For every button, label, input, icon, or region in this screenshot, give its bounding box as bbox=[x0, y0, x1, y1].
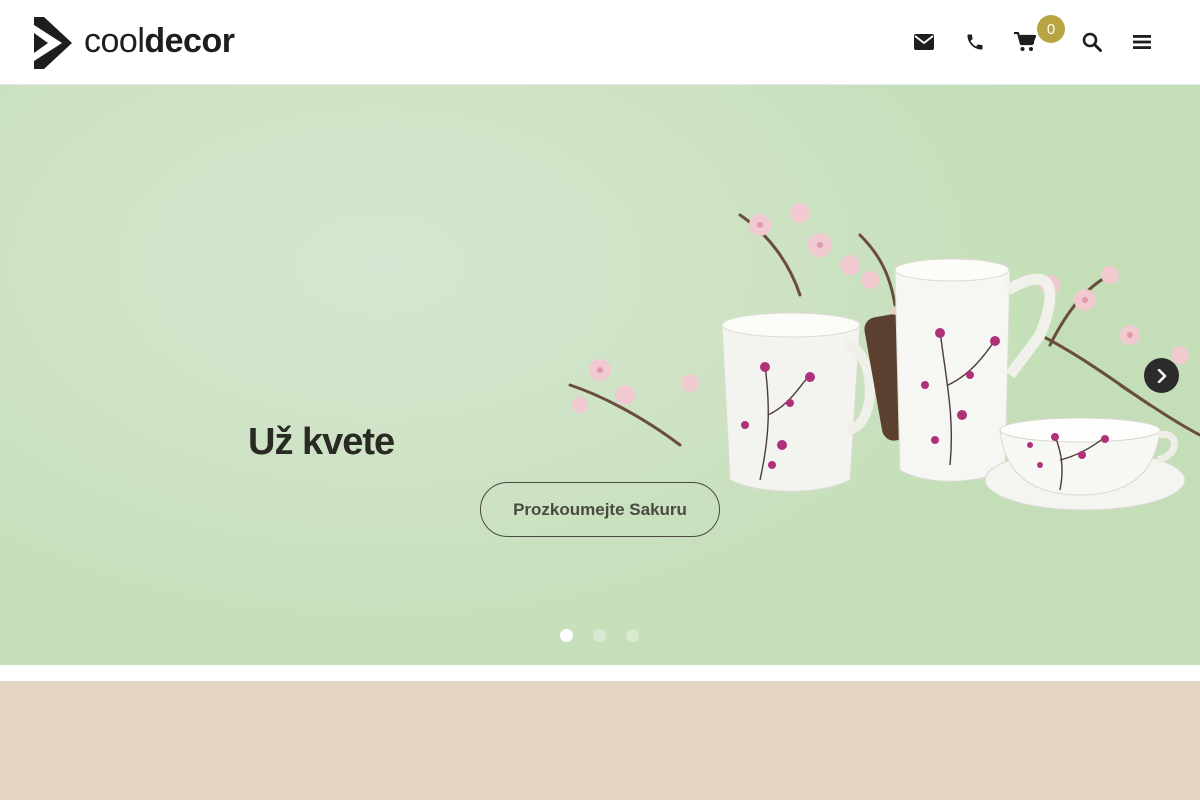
hero-product-image bbox=[568, 203, 1200, 511]
envelope-icon bbox=[914, 34, 934, 50]
logo[interactable]: cooldecor bbox=[32, 17, 235, 69]
logo-mark-icon bbox=[34, 17, 72, 69]
cart-icon bbox=[1014, 32, 1036, 51]
slider-dots bbox=[560, 629, 639, 643]
email-button[interactable] bbox=[909, 27, 939, 57]
slider-dot-1[interactable] bbox=[560, 629, 573, 642]
slider-dot-2[interactable] bbox=[593, 629, 606, 642]
search-icon bbox=[1082, 32, 1102, 52]
explore-sakura-button[interactable]: Prozkoumejte Sakuru bbox=[480, 482, 720, 537]
hero-title: Už kvete bbox=[248, 421, 395, 463]
search-button[interactable] bbox=[1077, 27, 1107, 57]
slider-dot-3[interactable] bbox=[626, 629, 639, 642]
cart-button[interactable] bbox=[1010, 27, 1040, 57]
logo-text-bold: decor bbox=[144, 22, 235, 60]
chevron-right-icon bbox=[1157, 368, 1166, 383]
site-header: cooldecor 0 bbox=[0, 0, 1200, 85]
phone-button[interactable] bbox=[960, 27, 990, 57]
logo-wordmark: cooldecor bbox=[84, 22, 235, 60]
slider-next-button[interactable] bbox=[1144, 358, 1179, 393]
phone-icon bbox=[967, 34, 983, 50]
menu-button[interactable] bbox=[1127, 27, 1157, 57]
logo-text-light: cool bbox=[84, 22, 145, 60]
hero-slider: Už kvete Prozkoumejte Sakuru bbox=[0, 85, 1200, 665]
cart-count-badge: 0 bbox=[1037, 15, 1065, 43]
next-section-band bbox=[0, 681, 1200, 800]
menu-icon bbox=[1133, 35, 1151, 49]
